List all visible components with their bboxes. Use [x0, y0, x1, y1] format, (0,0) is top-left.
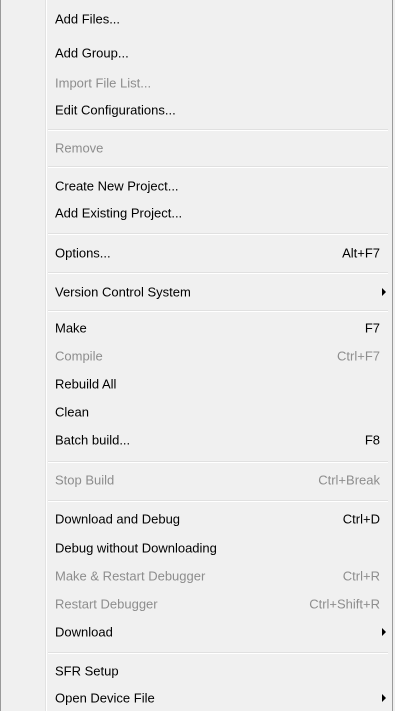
menu-item-add-group[interactable]: Add Group... — [3, 41, 390, 65]
menu-item-label: Download and Debug — [55, 511, 181, 527]
menu-item-label: Compile — [55, 348, 103, 364]
menu-item-create-new-project[interactable]: Create New Project... — [3, 174, 390, 198]
menu-item-label: Download — [55, 624, 113, 640]
menu-separator — [48, 166, 388, 168]
menu-item-label: Debug without Downloading — [55, 540, 217, 556]
menu-item-add-files[interactable]: Add Files... — [3, 7, 390, 31]
menu-item-label: Clean — [55, 404, 89, 420]
menu-item-batch-build[interactable]: Batch build... F8 — [3, 428, 390, 452]
menu-separator — [48, 652, 388, 654]
menu-item-download-and-debug[interactable]: Download and Debug Ctrl+D — [3, 507, 390, 531]
shortcut-text: Ctrl+R — [342, 568, 380, 584]
shortcut-text: Ctrl+F7 — [337, 348, 380, 364]
menu-item-label: Remove — [55, 140, 104, 156]
menu-item-restart-debugger[interactable]: Restart Debugger Ctrl+Shift+R — [3, 592, 390, 616]
menu-item-label: Import File List... — [55, 75, 152, 91]
menu-item-clean[interactable]: Clean — [3, 400, 390, 424]
project-context-menu: Add Files... Add Group... Import File Li… — [0, 0, 393, 711]
menu-separator — [48, 272, 388, 274]
menu-item-label: Options... — [55, 245, 111, 261]
menu-item-rebuild-all[interactable]: Rebuild All — [3, 372, 390, 396]
menu-item-label: Stop Build — [55, 472, 115, 488]
menu-item-stop-build[interactable]: Stop Build Ctrl+Break — [3, 468, 390, 492]
shortcut-text: Ctrl+Shift+R — [309, 596, 380, 612]
menu-item-label: Add Group... — [55, 45, 129, 61]
menu-item-open-device-file[interactable]: Open Device File — [3, 686, 390, 710]
menu-separator — [48, 129, 388, 131]
menu-item-sfr-setup[interactable]: SFR Setup — [3, 659, 390, 683]
menu-item-make-restart-debugger[interactable]: Make & Restart Debugger Ctrl+R — [3, 564, 390, 588]
menu-item-compile[interactable]: Compile Ctrl+F7 — [3, 344, 390, 368]
menu-separator — [48, 233, 388, 235]
menu-item-label: Create New Project... — [55, 178, 179, 194]
menu-item-import-file-list[interactable]: Import File List... — [3, 71, 390, 95]
menu-item-label: Add Files... — [55, 11, 121, 27]
shortcut-text: Ctrl+D — [342, 511, 380, 527]
shortcut-text: Ctrl+Break — [318, 472, 380, 488]
menu-item-label: Restart Debugger — [55, 596, 158, 612]
menu-item-label: Edit Configurations... — [55, 102, 176, 118]
menu-item-add-existing-project[interactable]: Add Existing Project... — [3, 201, 390, 225]
menu-item-download[interactable]: Download — [3, 620, 390, 644]
menu-item-label: Open Device File — [55, 690, 155, 706]
menu-separator — [48, 500, 388, 502]
submenu-arrow-icon — [382, 288, 386, 296]
menu-item-label: SFR Setup — [55, 663, 119, 679]
menu-item-edit-configurations[interactable]: Edit Configurations... — [3, 98, 390, 122]
menu-separator — [48, 310, 388, 312]
menu-item-debug-without-downloading[interactable]: Debug without Downloading — [3, 536, 390, 560]
menu-separator — [48, 461, 388, 463]
submenu-arrow-icon — [382, 628, 386, 636]
menu-item-label: Add Existing Project... — [55, 205, 183, 221]
menu-item-label: Make — [55, 320, 87, 336]
submenu-arrow-icon — [382, 694, 386, 702]
menu-item-options[interactable]: Options... Alt+F7 — [3, 241, 390, 265]
shortcut-text: F7 — [364, 320, 380, 336]
shortcut-text: Alt+F7 — [342, 245, 380, 261]
menu-item-label: Batch build... — [55, 432, 131, 448]
menu-item-label: Version Control System — [55, 284, 191, 300]
menu-item-remove[interactable]: Remove — [3, 136, 390, 160]
menu-item-version-control-system[interactable]: Version Control System — [3, 280, 390, 304]
menu-item-label: Make & Restart Debugger — [55, 568, 206, 584]
shortcut-text: F8 — [364, 432, 380, 448]
menu-item-label: Rebuild All — [55, 376, 117, 392]
menu-item-make[interactable]: Make F7 — [3, 316, 390, 340]
